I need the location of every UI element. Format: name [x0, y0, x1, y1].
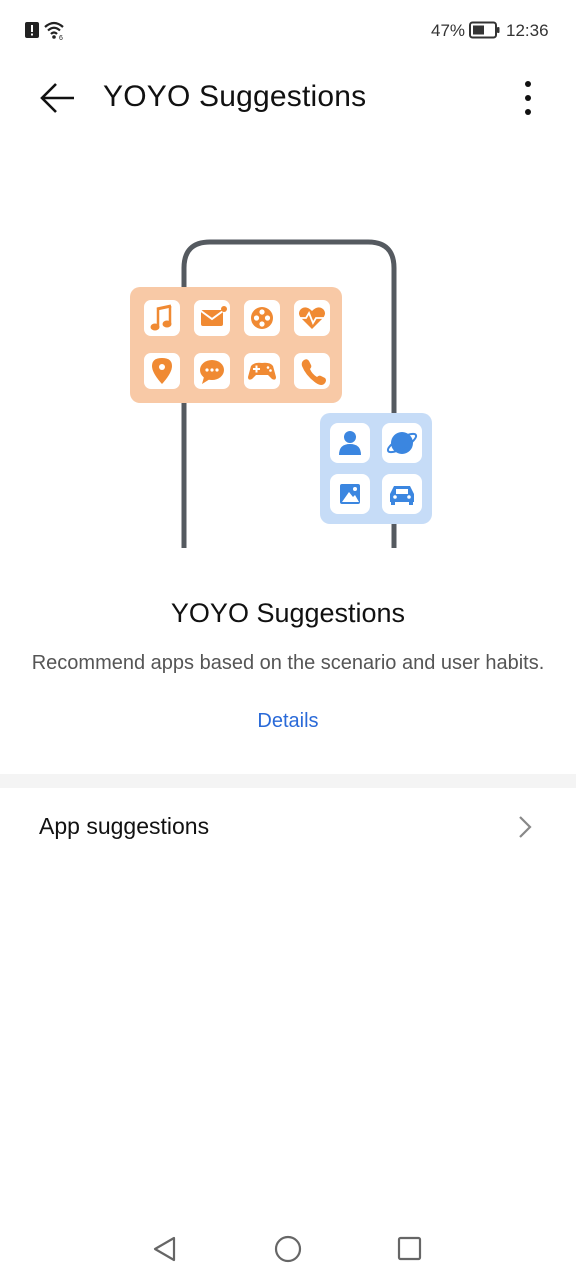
- back-button[interactable]: [38, 80, 78, 116]
- more-menu-button[interactable]: [516, 78, 540, 118]
- more-vertical-icon: [525, 81, 531, 115]
- chevron-right-icon: [519, 816, 532, 838]
- clock: 12:36: [506, 21, 549, 40]
- hero-illustration: [130, 239, 432, 548]
- alert-icon: [25, 22, 39, 38]
- back-triangle-icon: [153, 1236, 176, 1262]
- image-icon: [340, 484, 360, 504]
- film-reel-icon: [251, 307, 273, 329]
- nav-recents-button[interactable]: [396, 1235, 424, 1263]
- svg-text:6: 6: [59, 35, 63, 41]
- wifi-icon: 6: [44, 21, 64, 41]
- battery-icon: [469, 21, 500, 39]
- hero-title: YOYO Suggestions: [170, 598, 406, 628]
- details-link[interactable]: Details: [0, 710, 576, 733]
- status-bar: 6 47% 12:36: [0, 0, 576, 62]
- arrow-left-icon: [40, 83, 74, 113]
- section-divider: [0, 774, 576, 788]
- app-suggestions-label: App suggestions: [39, 813, 210, 839]
- nav-home-button[interactable]: [272, 1233, 304, 1265]
- recents-square-icon: [397, 1236, 422, 1261]
- nav-back-button[interactable]: [150, 1234, 180, 1264]
- home-circle-icon: [274, 1235, 302, 1263]
- page-title: YOYO Suggestions: [103, 80, 367, 113]
- battery-percent: 47%: [431, 21, 466, 40]
- app-suggestions-row[interactable]: App suggestions: [0, 788, 576, 868]
- hero-description: Recommend apps based on the scenario and…: [31, 652, 545, 674]
